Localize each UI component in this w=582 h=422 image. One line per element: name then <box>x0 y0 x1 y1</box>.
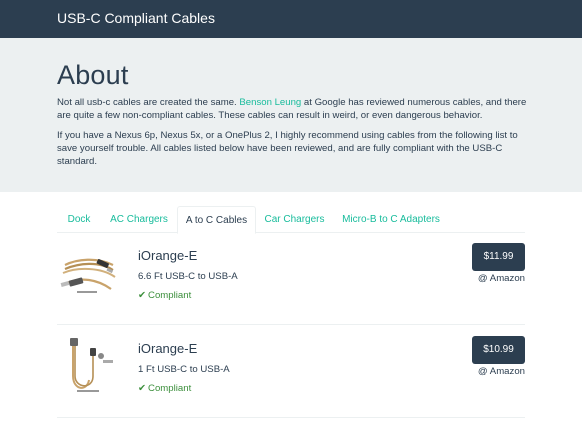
tab-a-to-c-cables[interactable]: A to C Cables <box>177 206 256 234</box>
tab-ac-chargers[interactable]: AC Chargers <box>101 206 177 233</box>
tab-micro-b-to-c-adapters[interactable]: Micro-B to C Adapters <box>333 206 449 233</box>
check-icon: ✔ <box>138 383 147 394</box>
buy-price-button[interactable]: $10.99 <box>472 336 525 364</box>
compliance-status: ✔ Compliant <box>138 290 191 301</box>
product-row: iOrange-E 1 Ft USB-C to USB-A ✔ Compliant… <box>57 326 525 418</box>
cable-image <box>60 258 116 293</box>
about-paragraph-2: If you have a Nexus 6p, Nexus 5x, or a O… <box>57 130 518 167</box>
product-name: iOrange-E <box>138 248 198 263</box>
cable-image <box>70 338 113 392</box>
tab-dock[interactable]: Dock <box>57 206 101 233</box>
compliance-label: Compliant <box>148 383 192 394</box>
benson-leung-link[interactable]: Benson Leung <box>239 97 301 108</box>
compliance-label: Compliant <box>148 290 192 301</box>
navbar: USB-C Compliant Cables <box>0 0 582 38</box>
compliance-status: ✔ Compliant <box>138 383 191 394</box>
store-label: @ Amazon <box>477 366 525 377</box>
product-description: 1 Ft USB-C to USB-A <box>138 364 230 375</box>
about-title: About <box>57 60 129 90</box>
about-paragraph-1: Not all usb-c cables are created the sam… <box>57 96 527 122</box>
brand-link[interactable]: USB-C Compliant Cables <box>57 10 215 26</box>
product-description: 6.6 Ft USB-C to USB-A <box>138 271 238 282</box>
product-row: iOrange-E 6.6 Ft USB-C to USB-A ✔ Complia… <box>57 233 525 325</box>
check-icon: ✔ <box>138 290 147 301</box>
buy-price-button[interactable]: $11.99 <box>472 243 525 271</box>
store-label: @ Amazon <box>477 273 525 284</box>
about-section: About Not all usb-c cables are created t… <box>0 38 582 192</box>
tab-car-chargers[interactable]: Car Chargers <box>256 206 333 233</box>
product-name: iOrange-E <box>138 341 198 356</box>
about-text-1a: Not all usb-c cables are created the sam… <box>57 97 240 108</box>
category-tabs: Dock AC Chargers A to C Cables Car Charg… <box>57 206 525 234</box>
